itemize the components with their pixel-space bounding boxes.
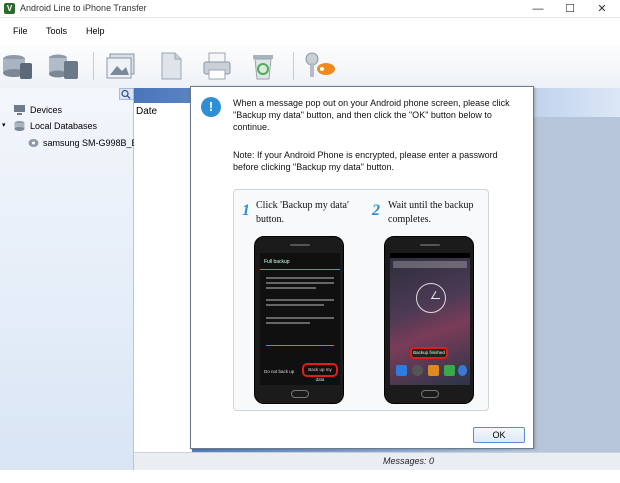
window-title: Android Line to iPhone Transfer [20, 3, 147, 13]
phone-2-illustration: Backup finished [384, 236, 474, 404]
status-bar: Messages: 0 [134, 452, 620, 470]
step-2-text: Wait until the backup completes. [388, 200, 474, 225]
phone-home-button [421, 390, 439, 398]
message-detail-pane [534, 117, 620, 452]
dialog-message: When a message pop out on your Android p… [233, 98, 510, 132]
placeholder-text-line [266, 304, 324, 306]
full-backup-title: Full backup [264, 259, 290, 265]
close-button[interactable]: ✕ [588, 0, 616, 18]
menu-bar: File Tools Help [0, 18, 620, 44]
ok-button[interactable]: OK [473, 427, 525, 443]
info-icon: ! [201, 97, 221, 117]
toolbar-separator [293, 52, 294, 80]
phone-search-bar [393, 261, 467, 268]
device-icon [14, 105, 25, 115]
photo-export-icon[interactable] [104, 49, 138, 83]
database-backup-icon[interactable] [46, 49, 80, 83]
placeholder-text-line [266, 282, 334, 284]
menu-file[interactable]: File [13, 26, 28, 36]
back-up-my-data-button: Back up my data [302, 363, 338, 382]
phone-speaker [420, 244, 440, 246]
document-export-icon[interactable] [153, 49, 187, 83]
tree-label-local-databases: Local Databases [30, 121, 98, 131]
search-icon[interactable] [119, 88, 134, 100]
minimize-button[interactable]: — [524, 0, 552, 18]
app-logo-icon: V [4, 3, 15, 14]
message-list-column [134, 103, 192, 453]
database-disk-icon [28, 139, 39, 147]
tree-label-samsung: samsung SM-G998B_B... [43, 138, 146, 148]
messaging-app-icon [428, 365, 439, 376]
date-column-header[interactable]: Date [136, 106, 157, 117]
menu-tools[interactable]: Tools [46, 26, 67, 36]
clock-hand [431, 298, 440, 299]
phone-speaker [290, 244, 310, 246]
print-icon[interactable] [200, 49, 234, 83]
recycle-bin-icon[interactable] [246, 49, 280, 83]
password-field [266, 345, 334, 346]
phone-status-bar [390, 253, 470, 258]
dialog-note: Note: If your Android Phone is encrypted… [233, 150, 498, 172]
placeholder-text-line [266, 277, 334, 279]
menu-help[interactable]: Help [86, 26, 105, 36]
phone-1-illustration: Full backup Do not back up Back up my da… [254, 236, 344, 404]
step-2-number: 2 [372, 202, 380, 219]
database-icon [14, 121, 25, 131]
instruction-illustration: 1 Click 'Backup my data' button. 2 Wait … [233, 189, 489, 411]
collapse-arrow-icon[interactable]: ▾ [2, 121, 6, 129]
apps-drawer-icon [412, 365, 423, 376]
window-bottom-edge [0, 470, 620, 483]
tree-label-devices: Devices [30, 105, 63, 115]
globe-app-icon [458, 365, 467, 376]
device-database-icon[interactable] [0, 49, 34, 83]
contacts-app-icon [396, 365, 407, 376]
phone-2-screen: Backup finished [390, 253, 470, 385]
do-not-back-up-button: Do not back up [264, 369, 295, 374]
backup-instruction-dialog: ! When a message pop out on your Android… [190, 86, 534, 449]
browser-app-icon [444, 365, 455, 376]
placeholder-text-line [266, 317, 334, 319]
placeholder-text-line [266, 299, 334, 301]
step-1-text: Click 'Backup my data' button. [256, 200, 349, 225]
left-tree-panel: Devices ▾ Local Databases samsung SM-G99… [0, 88, 145, 483]
clock-widget-icon [416, 283, 446, 313]
title-bar: V Android Line to iPhone Transfer — ☐ ✕ [0, 0, 620, 18]
step-1-number: 1 [242, 202, 250, 219]
placeholder-text-line [266, 322, 310, 324]
backup-finished-toast: Backup finished [410, 347, 448, 359]
title-divider [260, 269, 340, 270]
toolbar [0, 44, 620, 88]
maximize-button[interactable]: ☐ [556, 0, 584, 18]
phone-1-screen: Full backup Do not back up Back up my da… [260, 253, 340, 385]
toolbar-separator [93, 52, 94, 80]
placeholder-text-line [266, 287, 316, 289]
register-key-icon[interactable] [302, 49, 336, 83]
messages-count: Messages: 0 [382, 456, 434, 466]
phone-home-button [291, 390, 309, 398]
